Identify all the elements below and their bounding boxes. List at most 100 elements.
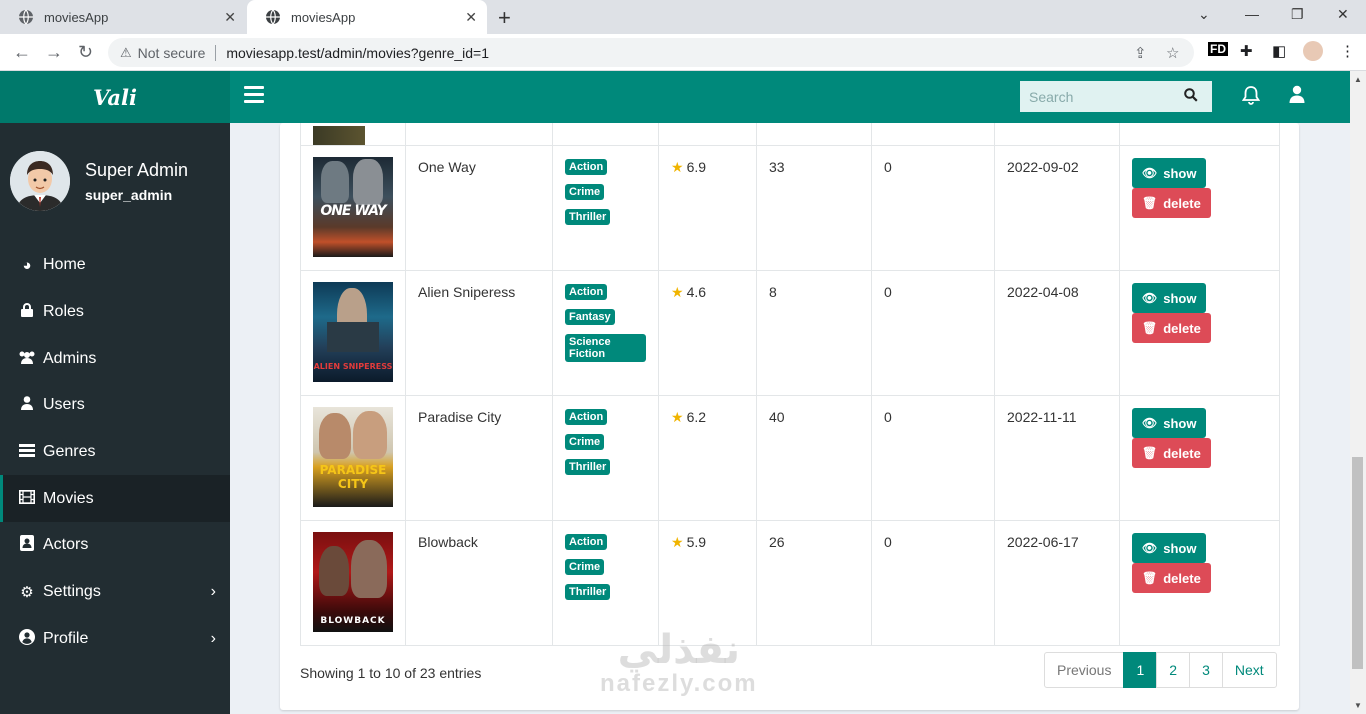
hamburger-menu-icon[interactable] xyxy=(244,86,264,104)
genre-badge: Science Fiction xyxy=(565,334,646,362)
user-name: Super Admin xyxy=(85,159,189,180)
back-button[interactable]: ← xyxy=(13,42,31,63)
app-logo[interactable]: Vali xyxy=(0,71,230,123)
sidebar-item-label: Profile xyxy=(43,629,89,647)
watermark-arabic: نفذلي xyxy=(617,627,740,673)
user-panel: Super Admin super_admin xyxy=(10,151,188,211)
show-button[interactable]: 👁 show xyxy=(1132,158,1207,188)
tab-search-icon[interactable]: ⌄ xyxy=(1198,6,1210,23)
user-icon[interactable] xyxy=(1289,85,1305,109)
movies-box: ONE WAY One Way Action Crime Thriller ★ 6… xyxy=(280,123,1299,710)
delete-button[interactable]: 🗑 delete xyxy=(1132,313,1211,343)
watermark: نفذلي nafezly.com xyxy=(600,630,758,698)
movie-count: 26 xyxy=(769,534,785,550)
bell-icon[interactable] xyxy=(1241,85,1261,111)
pagination-page[interactable]: 3 xyxy=(1189,652,1223,688)
search-icon[interactable] xyxy=(1184,88,1198,105)
star-icon: ★ xyxy=(671,159,684,175)
dashboard-icon: ◕ xyxy=(22,256,32,274)
show-label: show xyxy=(1163,290,1197,306)
scrollbar-thumb[interactable] xyxy=(1352,457,1363,669)
user-circle-icon xyxy=(17,628,37,649)
browser-menu-icon[interactable]: ⋮ xyxy=(1340,42,1355,60)
movie-title: One Way xyxy=(418,159,476,175)
star-icon: ★ xyxy=(671,284,684,300)
delete-button[interactable]: 🗑 delete xyxy=(1132,188,1211,218)
movie-poster: ALIEN SNIPERESS xyxy=(313,282,393,382)
close-tab-icon[interactable]: ✕ xyxy=(465,9,477,26)
page-scrollbar[interactable]: ▲ ▼ xyxy=(1350,71,1366,714)
eye-icon: 👁 xyxy=(1142,416,1158,430)
sidebar-item-home[interactable]: ◕ Home xyxy=(0,242,230,289)
genre-badge: Action xyxy=(565,409,608,425)
pagination-next[interactable]: Next xyxy=(1221,652,1277,688)
poster-cell: ONE WAY xyxy=(300,145,406,271)
search-input[interactable] xyxy=(1020,88,1180,105)
show-label: show xyxy=(1163,540,1197,556)
movie-poster: PARADISE CITY xyxy=(313,407,393,507)
film-icon xyxy=(17,489,37,508)
close-window-button[interactable]: ✕ xyxy=(1337,6,1349,23)
chevron-right-icon: › xyxy=(210,583,216,601)
watermark-latin: nafezly.com xyxy=(600,670,758,697)
sidebar-item-label: Movies xyxy=(43,489,94,507)
browser-tab-active[interactable]: moviesApp ✕ xyxy=(247,0,487,34)
movie-title: Paradise City xyxy=(418,409,502,425)
search-field[interactable] xyxy=(1020,81,1212,112)
movie-count: 8 xyxy=(769,284,777,300)
forward-button[interactable]: → xyxy=(45,42,63,63)
table-row: PARADISE CITY Paradise City Action Crime… xyxy=(300,395,1280,521)
sidebar-item-users[interactable]: Users xyxy=(0,382,230,429)
reload-button[interactable]: ↻ xyxy=(78,42,93,63)
delete-button[interactable]: 🗑 delete xyxy=(1132,563,1211,593)
movie-poster: ONE WAY xyxy=(313,157,393,257)
cogs-icon: ⚙ xyxy=(20,584,34,602)
scroll-up-arrow-icon[interactable]: ▲ xyxy=(1354,75,1362,84)
pagination-page[interactable]: 2 xyxy=(1156,652,1191,688)
sidebar-item-actors[interactable]: Actors xyxy=(0,522,230,569)
side-panel-icon[interactable]: ◧ xyxy=(1272,42,1286,60)
release-date: 2022-09-02 xyxy=(1007,159,1079,175)
sidebar-item-genres[interactable]: Genres xyxy=(0,429,230,476)
sidebar-item-label: Genres xyxy=(43,443,96,461)
bookmark-star-icon[interactable]: ☆ xyxy=(1166,44,1179,62)
maximize-button[interactable]: ❐ xyxy=(1291,6,1304,23)
pagination-previous[interactable]: Previous xyxy=(1044,652,1125,688)
movie-count: 33 xyxy=(769,159,785,175)
profile-avatar-icon[interactable] xyxy=(1303,41,1323,61)
poster-cell: BLOWBACK xyxy=(300,520,406,646)
sidebar-item-label: Users xyxy=(43,396,85,414)
show-button[interactable]: 👁 show xyxy=(1132,283,1207,313)
sidebar-item-movies[interactable]: Movies xyxy=(0,475,230,523)
sidebar-item-label: Actors xyxy=(43,536,89,554)
new-tab-button[interactable]: + xyxy=(498,5,511,31)
sidebar-item-profile[interactable]: Profile › xyxy=(0,616,230,663)
extension-fd-icon[interactable]: FD xyxy=(1208,42,1228,56)
poster-title: ONE WAY xyxy=(320,203,386,219)
scroll-down-arrow-icon[interactable]: ▼ xyxy=(1354,701,1362,710)
sidebar: Super Admin super_admin ◕ Home Roles Adm… xyxy=(0,123,230,714)
share-icon[interactable]: ⇪ xyxy=(1134,44,1147,62)
sidebar-item-settings[interactable]: ⚙ Settings › xyxy=(0,569,230,616)
sidebar-item-admins[interactable]: Admins xyxy=(0,335,230,382)
puzzle-icon[interactable]: ✚ xyxy=(1240,42,1253,60)
close-tab-icon[interactable]: ✕ xyxy=(224,9,236,26)
genre-badge: Action xyxy=(565,534,608,550)
show-button[interactable]: 👁 show xyxy=(1132,533,1207,563)
genre-badge: Thriller xyxy=(565,584,611,600)
warning-icon[interactable]: ⚠ xyxy=(120,45,132,61)
sidebar-item-roles[interactable]: Roles xyxy=(0,289,230,336)
movie-poster xyxy=(313,126,365,145)
minimize-button[interactable]: — xyxy=(1245,6,1259,22)
movies-table: ONE WAY One Way Action Crime Thriller ★ 6… xyxy=(300,123,1280,646)
url-text[interactable]: moviesapp.test/admin/movies?genre_id=1 xyxy=(226,45,489,61)
sidebar-item-label: Admins xyxy=(43,349,97,367)
delete-label: delete xyxy=(1163,320,1201,336)
address-bar[interactable]: ⚠ Not secure moviesapp.test/admin/movies… xyxy=(108,38,1194,67)
show-button[interactable]: 👁 show xyxy=(1132,408,1207,438)
security-label: Not secure xyxy=(137,44,206,61)
delete-button[interactable]: 🗑 delete xyxy=(1132,438,1211,468)
pagination-page[interactable]: 1 xyxy=(1123,652,1158,688)
list-icon xyxy=(17,443,37,461)
browser-tab[interactable]: moviesApp ✕ xyxy=(0,0,246,34)
